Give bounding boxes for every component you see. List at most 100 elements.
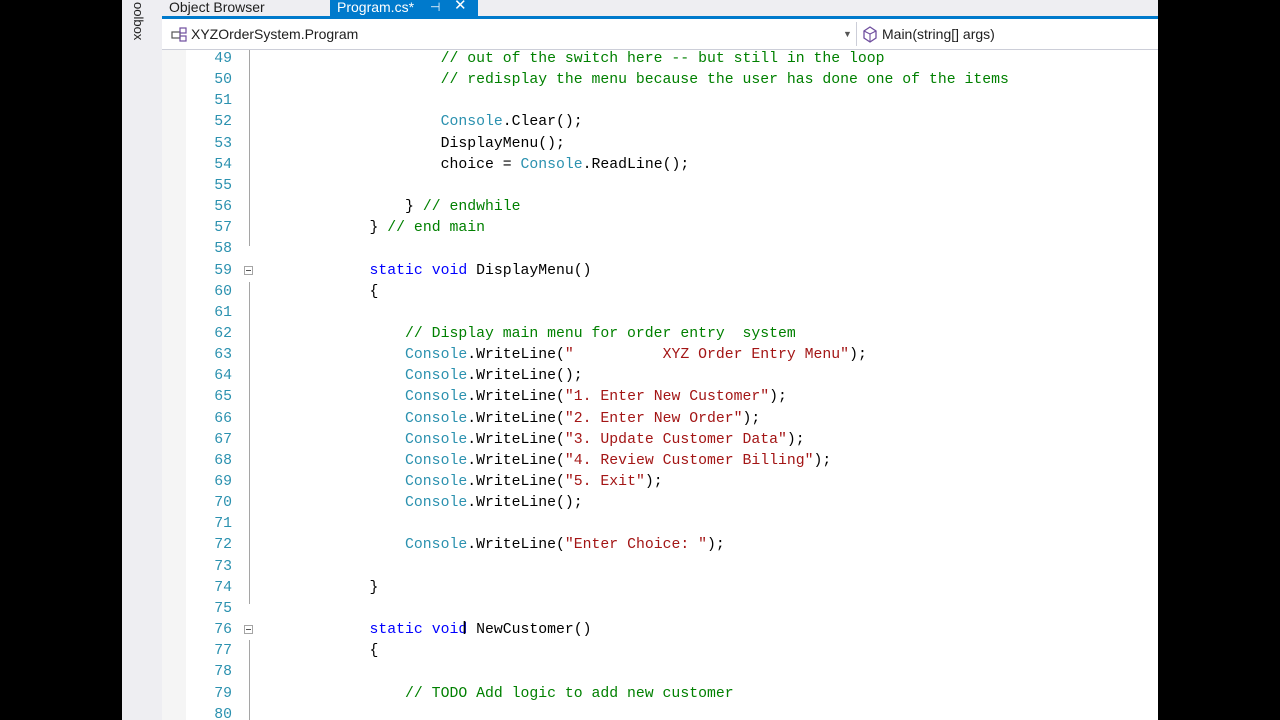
- code-token: );: [769, 389, 787, 406]
- code-token: );: [706, 537, 725, 554]
- code-text: Console.WriteLine("1. Enter New Customer…: [334, 387, 787, 408]
- code-line[interactable]: 58: [186, 239, 1146, 260]
- code-text: Console.Clear();: [334, 112, 583, 133]
- code-line[interactable]: 60 {: [186, 282, 1146, 303]
- code-token: "2. Enter New Order": [564, 410, 743, 427]
- code-token: }: [369, 220, 388, 237]
- code-token: choice =: [440, 156, 521, 173]
- member-dropdown[interactable]: Main(string[] args): [859, 23, 1149, 45]
- code-line[interactable]: 49 // out of the switch here -- but stil…: [186, 49, 1146, 70]
- code-line[interactable]: 76 static void NewCustomer(): [186, 620, 1146, 641]
- code-token: .WriteLine(: [467, 452, 565, 469]
- code-line[interactable]: 56 } // endwhile: [186, 197, 1146, 218]
- pin-icon[interactable]: ⊣: [430, 0, 440, 14]
- code-line[interactable]: 52 Console.Clear();: [186, 112, 1146, 133]
- code-line[interactable]: 55: [186, 176, 1146, 197]
- code-line[interactable]: 75: [186, 599, 1146, 620]
- line-number: 63: [214, 347, 232, 364]
- code-text: Console.WriteLine();: [334, 493, 583, 514]
- code-token: .WriteLine(: [467, 537, 565, 554]
- code-line[interactable]: 59 static void DisplayMenu(): [186, 261, 1146, 282]
- code-token: DisplayMenu(): [467, 262, 592, 279]
- code-token: );: [849, 347, 867, 364]
- close-icon[interactable]: ✕: [454, 0, 467, 13]
- code-line[interactable]: 77 {: [186, 641, 1146, 662]
- code-token: Console: [440, 114, 503, 131]
- code-token: // TODO Add logic to add new customer: [405, 685, 734, 702]
- code-line[interactable]: 65 Console.WriteLine("1. Enter New Custo…: [186, 387, 1146, 408]
- code-line[interactable]: 66 Console.WriteLine("2. Enter New Order…: [186, 409, 1146, 430]
- code-line[interactable]: 70 Console.WriteLine();: [186, 493, 1146, 514]
- code-token: .WriteLine();: [467, 368, 583, 385]
- code-line[interactable]: 57 } // end main: [186, 218, 1146, 239]
- code-token: {: [369, 283, 379, 300]
- code-line[interactable]: 80: [186, 705, 1146, 720]
- code-line[interactable]: 72 Console.WriteLine("Enter Choice: ");: [186, 535, 1146, 556]
- code-token: );: [742, 410, 761, 427]
- code-token: // out of the switch here -- but still i…: [440, 51, 885, 67]
- code-line[interactable]: 51: [186, 91, 1146, 112]
- line-number: 55: [214, 177, 232, 194]
- code-token: "1. Enter New Customer": [564, 389, 770, 406]
- code-line[interactable]: 64 Console.WriteLine();: [186, 366, 1146, 387]
- code-line[interactable]: 53 DisplayMenu();: [186, 134, 1146, 155]
- tab-object-browser[interactable]: Object Browser: [162, 0, 332, 16]
- visual-studio-window: oolbox Object Browser Program.cs* ⊣ ✕ XY…: [122, 0, 1158, 720]
- code-line[interactable]: 50 // redisplay the menu because the use…: [186, 70, 1146, 91]
- tab-program-cs-label: Program.cs*: [337, 0, 415, 15]
- document-tab-bar: Object Browser Program.cs* ⊣ ✕: [162, 0, 1158, 16]
- code-line[interactable]: 71: [186, 514, 1146, 535]
- code-token: Console: [405, 495, 468, 512]
- line-number: 61: [214, 304, 232, 321]
- code-line[interactable]: 63 Console.WriteLine(" XYZ Order Entry M…: [186, 345, 1146, 366]
- code-text-area[interactable]: 49 // out of the switch here -- but stil…: [186, 50, 1158, 720]
- code-token: // Display main menu for order entry sys…: [405, 325, 796, 342]
- code-token: .WriteLine(: [467, 431, 565, 448]
- code-line[interactable]: 61: [186, 303, 1146, 324]
- toolbox-side-tab[interactable]: oolbox: [122, 0, 163, 720]
- code-line[interactable]: 62 // Display main menu for order entry …: [186, 324, 1146, 345]
- code-line[interactable]: 79 // TODO Add logic to add new customer: [186, 684, 1146, 705]
- code-line[interactable]: 78: [186, 662, 1146, 683]
- code-token: .WriteLine(: [467, 410, 565, 427]
- code-token: static: [369, 622, 423, 639]
- code-token: );: [813, 452, 832, 469]
- toolbox-label[interactable]: oolbox: [131, 2, 146, 40]
- collapse-icon[interactable]: [244, 625, 253, 635]
- line-number: 71: [214, 516, 232, 533]
- line-number: 75: [214, 600, 232, 617]
- code-line[interactable]: 69 Console.WriteLine("5. Exit");: [186, 472, 1146, 493]
- line-number: 65: [214, 389, 232, 406]
- code-line[interactable]: 73: [186, 557, 1146, 578]
- line-number: 76: [214, 622, 232, 639]
- code-editor[interactable]: 49 // out of the switch here -- but stil…: [162, 50, 1158, 720]
- tab-program-cs[interactable]: Program.cs* ⊣ ✕: [330, 0, 478, 16]
- indicator-margin[interactable]: [162, 50, 186, 720]
- line-number: 59: [214, 262, 232, 279]
- line-number: 52: [214, 114, 232, 131]
- code-line[interactable]: 54 choice = Console.ReadLine();: [186, 155, 1146, 176]
- code-line[interactable]: 68 Console.WriteLine("4. Review Customer…: [186, 451, 1146, 472]
- code-line[interactable]: 67 Console.WriteLine("3. Update Customer…: [186, 430, 1146, 451]
- line-number: 62: [214, 325, 232, 342]
- type-dropdown[interactable]: XYZOrderSystem.Program ▼: [167, 23, 853, 45]
- code-token: .WriteLine();: [467, 495, 583, 512]
- line-number: 50: [214, 72, 232, 89]
- collapse-icon[interactable]: [244, 265, 253, 275]
- code-token: "5. Exit": [564, 474, 645, 490]
- code-text: } // endwhile: [334, 197, 520, 218]
- code-token: void: [431, 262, 468, 279]
- chevron-down-icon[interactable]: ▼: [843, 23, 852, 45]
- code-line[interactable]: 74 }: [186, 578, 1146, 599]
